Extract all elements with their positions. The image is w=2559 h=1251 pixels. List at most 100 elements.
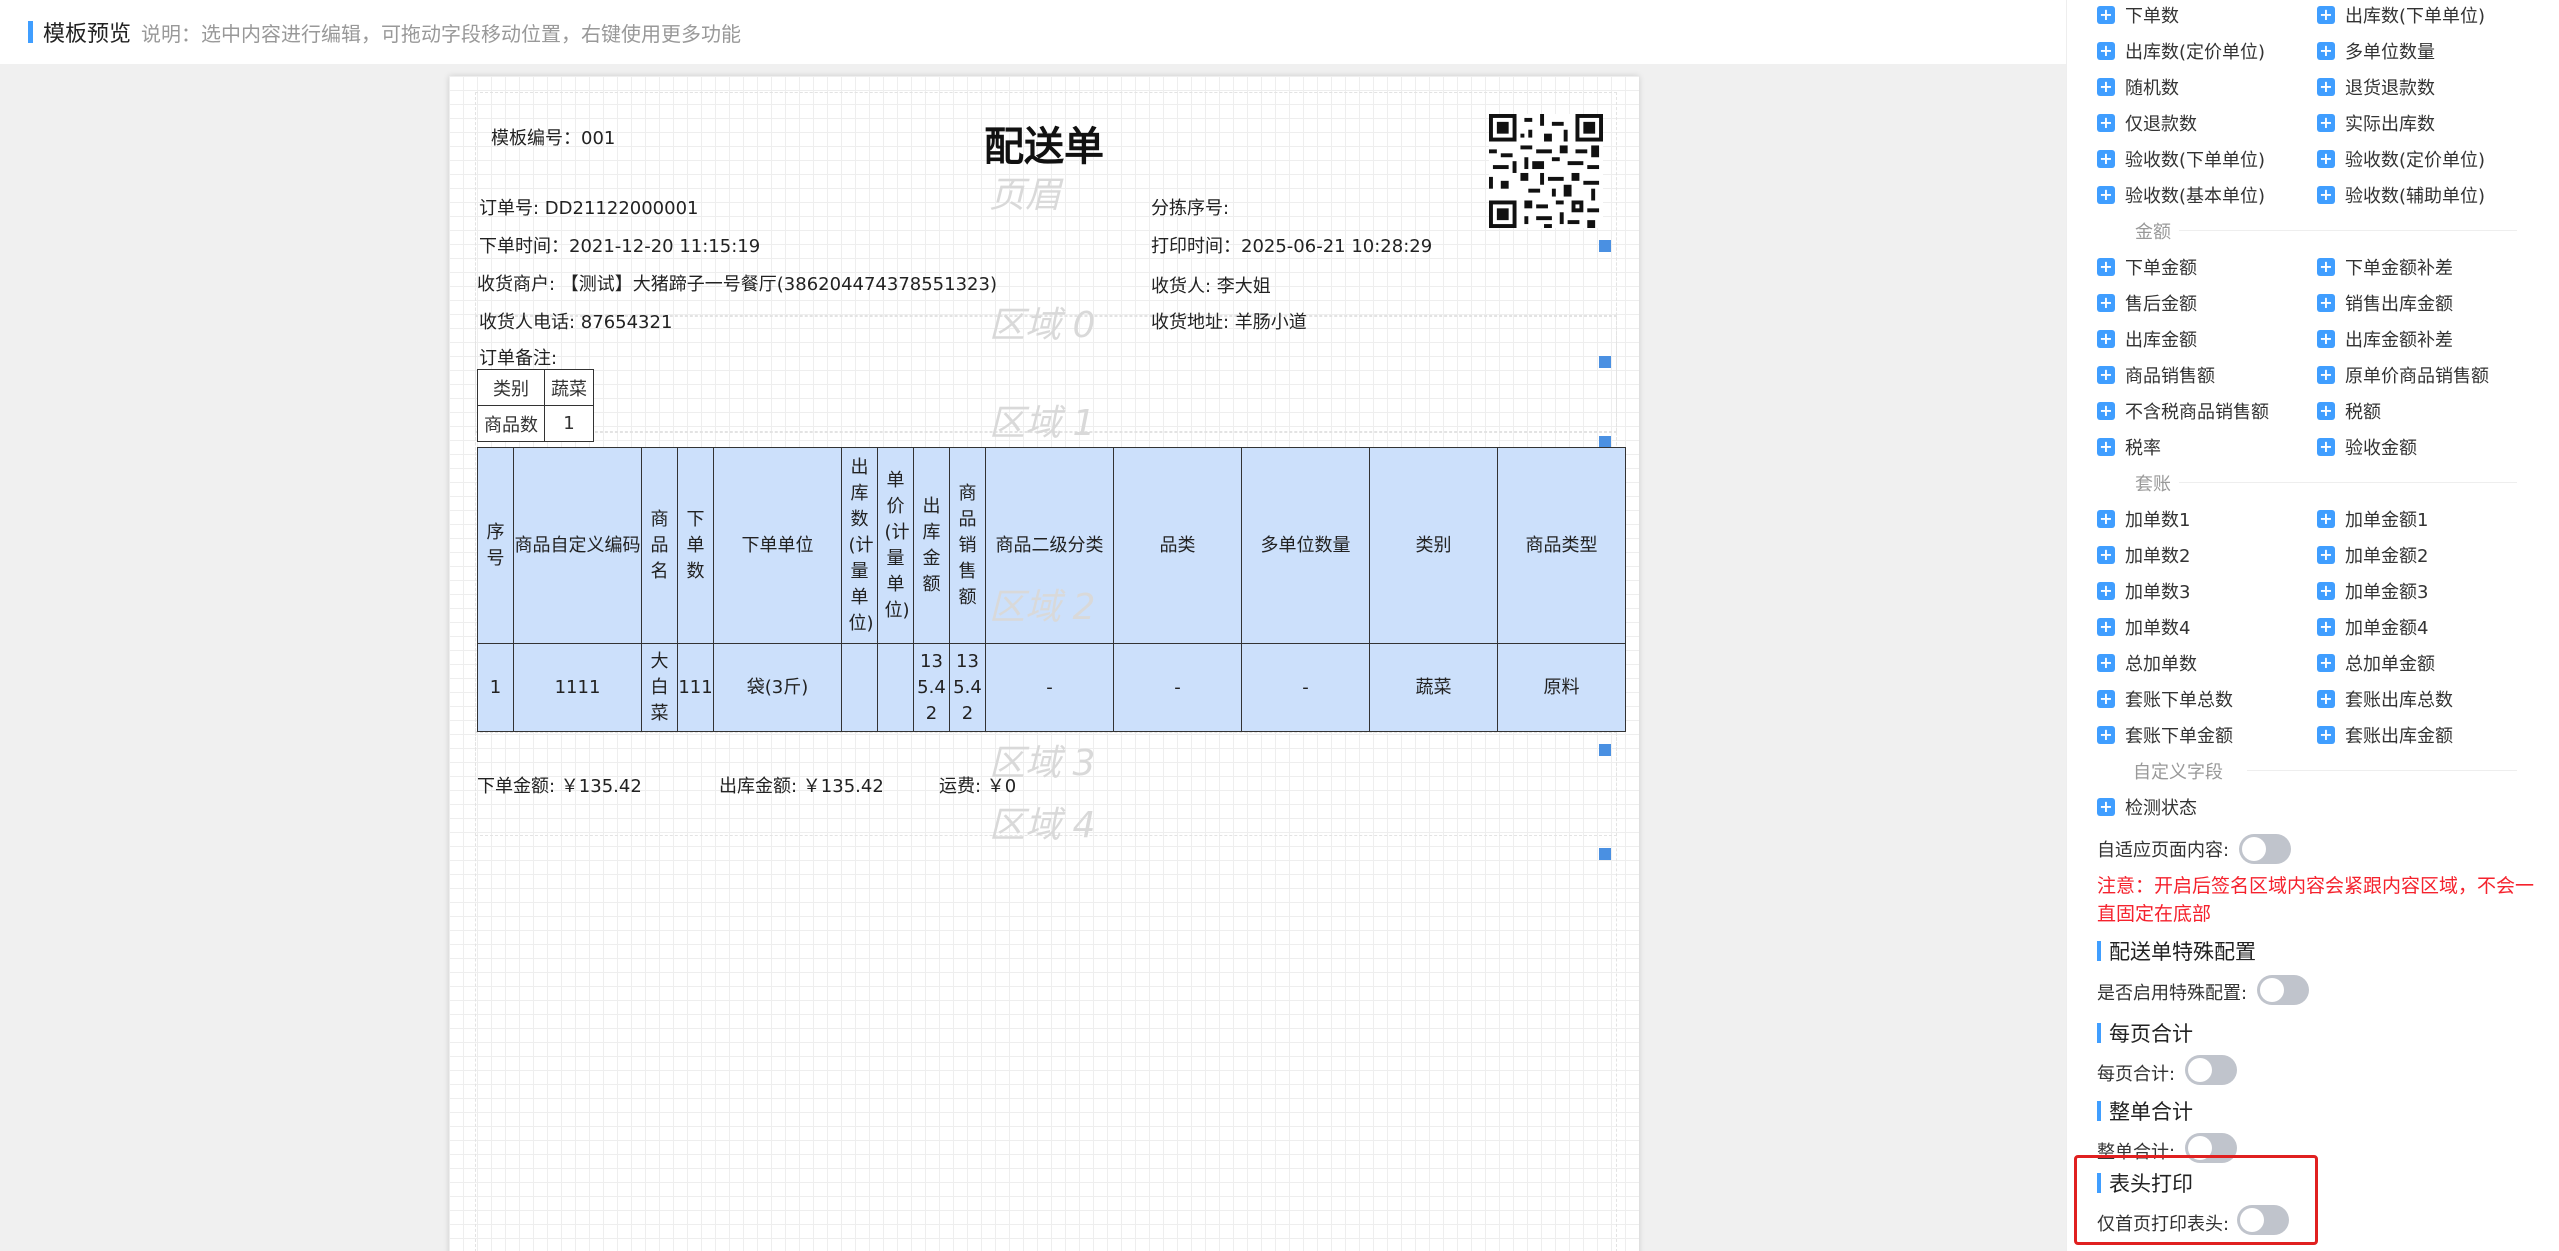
receiving-merchant[interactable]: 收货商户: 【测试】大猪蹄子一号餐厅(386204474378551323) [477, 270, 997, 296]
column-header[interactable]: 出库数(计量单位) [841, 447, 878, 644]
add-field-item[interactable]: + 验收金额 [2317, 434, 2417, 460]
plus-icon[interactable]: + [2317, 402, 2335, 420]
add-field-item[interactable]: + 加单金额3 [2317, 578, 2428, 604]
plus-icon[interactable]: + [2097, 402, 2115, 420]
add-field-item[interactable]: + 验收数(定价单位) [2317, 146, 2485, 172]
column-header[interactable]: 商品销售额 [949, 447, 986, 644]
add-field-item[interactable]: + 下单金额补差 [2317, 254, 2453, 280]
plus-icon[interactable]: + [2317, 6, 2335, 24]
print-time[interactable]: 打印时间：2025-06-21 10:28:29 [1151, 232, 1432, 258]
add-field-item[interactable]: + 多单位数量 [2317, 38, 2435, 64]
add-field-item[interactable]: + 总加单数 [2097, 650, 2197, 676]
plus-icon[interactable]: + [2097, 654, 2115, 672]
plus-icon[interactable]: + [2317, 78, 2335, 96]
plus-icon[interactable]: + [2317, 366, 2335, 384]
add-field-item[interactable]: + 出库数(下单单位) [2317, 2, 2485, 28]
add-field-item[interactable]: + 加单金额4 [2317, 614, 2428, 640]
plus-icon[interactable]: + [2097, 366, 2115, 384]
add-field-item[interactable]: + 检测状态 [2097, 794, 2197, 820]
plus-icon[interactable]: + [2097, 42, 2115, 60]
add-field-item[interactable]: + 出库金额补差 [2317, 326, 2453, 352]
plus-icon[interactable]: + [2317, 42, 2335, 60]
add-field-item[interactable]: + 仅退款数 [2097, 110, 2197, 136]
plus-icon[interactable]: + [2317, 330, 2335, 348]
qr-code-icon[interactable] [1489, 114, 1603, 228]
add-field-item[interactable]: + 税率 [2097, 434, 2161, 460]
column-header[interactable]: 单价(计量单位) [877, 447, 914, 644]
plus-icon[interactable]: + [2097, 618, 2115, 636]
category-summary-table[interactable]: 类别 蔬菜 商品数 1 [477, 369, 594, 442]
resize-handle[interactable] [1599, 240, 1611, 252]
page-total-toggle[interactable] [2185, 1055, 2237, 1085]
add-field-item[interactable]: + 退货退款数 [2317, 74, 2435, 100]
plus-icon[interactable]: + [2317, 654, 2335, 672]
plus-icon[interactable]: + [2317, 186, 2335, 204]
add-field-item[interactable]: + 加单金额1 [2317, 506, 2428, 532]
document-title[interactable]: 配送单 [984, 114, 1104, 172]
special-config-toggle[interactable] [2257, 975, 2309, 1005]
add-field-item[interactable]: + 验收数(基本单位) [2097, 182, 2265, 208]
plus-icon[interactable]: + [2317, 294, 2335, 312]
add-field-item[interactable]: + 出库金额 [2097, 326, 2197, 352]
plus-icon[interactable]: + [2097, 114, 2115, 132]
column-header[interactable]: 品类 [1113, 447, 1242, 644]
add-field-item[interactable]: + 下单金额 [2097, 254, 2197, 280]
sort-number[interactable]: 分拣序号: [1151, 194, 1229, 220]
plus-icon[interactable]: + [2097, 546, 2115, 564]
resize-handle[interactable] [1599, 744, 1611, 756]
plus-icon[interactable]: + [2317, 690, 2335, 708]
column-header[interactable]: 下单数 [677, 447, 714, 644]
add-field-item[interactable]: + 套账出库金额 [2317, 722, 2453, 748]
add-field-item[interactable]: + 出库数(定价单位) [2097, 38, 2265, 64]
plus-icon[interactable]: + [2097, 438, 2115, 456]
resize-handle[interactable] [1599, 848, 1611, 860]
resize-handle[interactable] [1599, 356, 1611, 368]
add-field-item[interactable]: + 随机数 [2097, 74, 2179, 100]
add-field-item[interactable]: + 加单数4 [2097, 614, 2190, 640]
add-field-item[interactable]: + 套账下单金额 [2097, 722, 2233, 748]
plus-icon[interactable]: + [2097, 798, 2115, 816]
plus-icon[interactable]: + [2317, 438, 2335, 456]
plus-icon[interactable]: + [2097, 294, 2115, 312]
outbound-amount-total[interactable]: 出库金额: ￥135.42 [719, 772, 884, 798]
plus-icon[interactable]: + [2097, 690, 2115, 708]
add-field-item[interactable]: + 原单价商品销售额 [2317, 362, 2489, 388]
add-field-item[interactable]: + 验收数(下单单位) [2097, 146, 2265, 172]
column-header[interactable]: 出库金额 [913, 447, 950, 644]
plus-icon[interactable]: + [2097, 150, 2115, 168]
receiver-phone[interactable]: 收货人电话: 87654321 [479, 308, 672, 334]
freight-total[interactable]: 运费: ￥0 [939, 772, 1016, 798]
add-field-item[interactable]: + 下单数 [2097, 2, 2179, 28]
order-number[interactable]: 订单号: DD21122000001 [479, 194, 698, 220]
receiver-address[interactable]: 收货地址: 羊肠小道 [1151, 308, 1307, 334]
column-header[interactable]: 多单位数量 [1241, 447, 1370, 644]
plus-icon[interactable]: + [2317, 114, 2335, 132]
column-header[interactable]: 类别 [1369, 447, 1498, 644]
receiver-name[interactable]: 收货人: 李大姐 [1151, 272, 1271, 298]
plus-icon[interactable]: + [2317, 618, 2335, 636]
column-header[interactable]: 商品自定义编码 [513, 447, 642, 644]
plus-icon[interactable]: + [2317, 150, 2335, 168]
column-header[interactable]: 序号 [477, 447, 514, 644]
add-field-item[interactable]: + 验收数(辅助单位) [2317, 182, 2485, 208]
plus-icon[interactable]: + [2097, 726, 2115, 744]
column-header[interactable]: 下单单位 [713, 447, 842, 644]
order-time[interactable]: 下单时间：2021-12-20 11:15:19 [479, 232, 760, 258]
plus-icon[interactable]: + [2097, 330, 2115, 348]
add-field-item[interactable]: + 商品销售额 [2097, 362, 2215, 388]
add-field-item[interactable]: + 税额 [2317, 398, 2381, 424]
add-field-item[interactable]: + 加单数3 [2097, 578, 2190, 604]
column-header[interactable]: 商品类型 [1497, 447, 1626, 644]
order-remark[interactable]: 订单备注: [479, 344, 557, 370]
plus-icon[interactable]: + [2317, 258, 2335, 276]
plus-icon[interactable]: + [2097, 582, 2115, 600]
plus-icon[interactable]: + [2317, 582, 2335, 600]
add-field-item[interactable]: + 销售出库金额 [2317, 290, 2453, 316]
add-field-item[interactable]: + 加单数1 [2097, 506, 2190, 532]
plus-icon[interactable]: + [2317, 510, 2335, 528]
add-field-item[interactable]: + 套账出库总数 [2317, 686, 2453, 712]
plus-icon[interactable]: + [2097, 510, 2115, 528]
plus-icon[interactable]: + [2317, 726, 2335, 744]
column-header[interactable]: 商品名 [641, 447, 678, 644]
add-field-item[interactable]: + 售后金额 [2097, 290, 2197, 316]
